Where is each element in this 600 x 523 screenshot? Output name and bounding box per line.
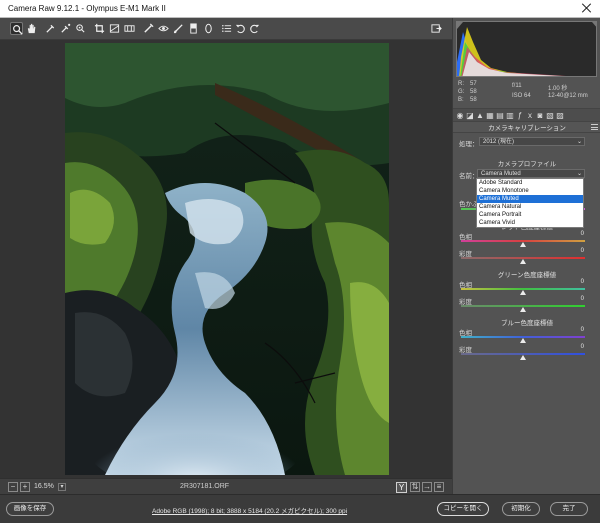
red-hue-thumb[interactable] xyxy=(520,242,526,247)
save-image-button[interactable]: 画像を保存 xyxy=(6,502,54,516)
profile-option[interactable]: Camera Monotone xyxy=(477,187,583,195)
blue-hue-value: 0 xyxy=(580,327,584,333)
toolbar xyxy=(0,18,452,40)
title-bar: Camera Raw 9.12.1 - Olympus E-M1 Mark II xyxy=(0,0,600,18)
red-eye-icon[interactable] xyxy=(157,22,170,35)
aperture-value: f/11 xyxy=(512,83,522,89)
presets-tab-icon[interactable]: ▧ xyxy=(546,111,554,120)
green-hue-value: 0 xyxy=(580,279,584,285)
basic-tab-icon[interactable]: ◉ xyxy=(456,111,464,120)
shutter-value: 1.00 秒 xyxy=(548,86,568,92)
g-label: G: xyxy=(458,89,465,95)
bottom-bar: 画像を保存 Adobe RGB (1998); 8 bit; 3888 x 51… xyxy=(0,494,600,523)
file-name: 2R307181.ORF xyxy=(180,483,230,490)
snapshots-tab-icon[interactable]: ▨ xyxy=(556,111,564,120)
blue-saturation-thumb[interactable] xyxy=(520,355,526,360)
workflow-options-link[interactable]: Adobe RGB (1998); 8 bit; 3888 x 5184 (20… xyxy=(152,505,347,515)
zoom-level: 16.5% xyxy=(34,483,54,490)
profile-option-selected[interactable]: Camera Muted xyxy=(477,195,583,203)
iso-value: ISO 64 xyxy=(512,93,531,99)
b-label: B: xyxy=(458,97,464,103)
process-select-value: 2012 (現在) xyxy=(483,139,515,145)
profile-select-value: Camera Muted xyxy=(481,171,521,177)
profile-dropdown-list: Adobe Standard Camera Monotone Camera Mu… xyxy=(476,178,584,228)
straighten-icon[interactable] xyxy=(108,22,121,35)
export-icon[interactable] xyxy=(430,22,443,35)
photo-preview[interactable] xyxy=(65,43,389,475)
red-saturation-value: 0 xyxy=(580,248,584,254)
color-sampler-icon[interactable] xyxy=(59,22,72,35)
detail-tab-icon[interactable]: ▲ xyxy=(476,111,484,120)
image-preview-area xyxy=(0,40,452,478)
hsl-tab-icon[interactable]: ▦ xyxy=(486,111,494,120)
right-panel: R: 57 G: 58 B: 58 f/11 1.00 秒 ISO 64 12-… xyxy=(452,18,600,494)
transform-icon[interactable] xyxy=(123,22,136,35)
graduated-filter-icon[interactable] xyxy=(187,22,200,35)
white-balance-icon[interactable] xyxy=(44,22,57,35)
swap-icon[interactable]: ⇅ xyxy=(410,482,420,492)
rotate-left-icon[interactable] xyxy=(234,22,247,35)
fx-tab-icon[interactable]: x xyxy=(526,111,534,120)
profile-option[interactable]: Camera Portrait xyxy=(477,211,583,219)
open-copy-button[interactable]: コピーを開く xyxy=(437,502,489,516)
blue-hue-thumb[interactable] xyxy=(520,338,526,343)
targeted-adjustment-icon[interactable] xyxy=(74,22,87,35)
profile-option[interactable]: Camera Natural xyxy=(477,203,583,211)
histogram xyxy=(456,21,597,77)
pixel-readout: R: 57 G: 58 B: 58 f/11 1.00 秒 ISO 64 12-… xyxy=(456,79,597,105)
panel-title: カメラキャリブレーション xyxy=(488,125,566,132)
waterfall-photo xyxy=(65,43,389,475)
focal-length-value: 12-40@12 mm xyxy=(548,93,588,99)
before-after-toggle-button[interactable]: Y xyxy=(396,482,407,493)
effects-tab-icon[interactable]: ƒ xyxy=(516,111,524,120)
profile-select[interactable]: Camera Muted ⌄ xyxy=(477,169,585,178)
red-saturation-thumb[interactable] xyxy=(520,259,526,264)
histogram-graph xyxy=(457,22,596,76)
panel-menu-icon[interactable] xyxy=(591,124,598,130)
radial-filter-icon[interactable] xyxy=(202,22,215,35)
tone-curve-tab-icon[interactable]: ◪ xyxy=(466,111,474,120)
r-label: R: xyxy=(458,81,464,87)
camera-calibration-tab-icon[interactable]: ◙ xyxy=(536,111,544,120)
rotate-right-icon[interactable] xyxy=(248,22,261,35)
green-hue-thumb[interactable] xyxy=(520,290,526,295)
process-label: 処理： xyxy=(459,141,479,148)
process-select[interactable]: 2012 (現在) ⌄ xyxy=(479,137,585,146)
red-hue-value: 0 xyxy=(580,231,584,237)
zoom-dropdown-icon[interactable]: ▾ xyxy=(58,483,66,491)
chevron-down-icon: ⌄ xyxy=(576,139,582,145)
profile-option[interactable]: Camera Vivid xyxy=(477,219,583,227)
adjustment-brush-icon[interactable] xyxy=(172,22,185,35)
green-saturation-value: 0 xyxy=(580,296,584,302)
window-title: Camera Raw 9.12.1 - Olympus E-M1 Mark II xyxy=(8,4,166,13)
reset-button[interactable]: 初期化 xyxy=(502,502,540,516)
done-button[interactable]: 完了 xyxy=(550,502,588,516)
green-saturation-thumb[interactable] xyxy=(520,307,526,312)
copy-settings-icon[interactable]: → xyxy=(422,482,432,492)
panel-tabs: ◉ ◪ ▲ ▦ ▤ ▥ ƒ x ◙ ▧ ▨ xyxy=(453,108,600,122)
status-bar: − + 16.5% ▾ 2R307181.ORF Y ⇅ → ≡ xyxy=(0,478,452,494)
g-value: 58 xyxy=(470,89,477,95)
crop-icon[interactable] xyxy=(93,22,106,35)
spot-removal-icon[interactable] xyxy=(142,22,155,35)
camera-profile-section-title: カメラプロファイル xyxy=(497,161,557,168)
zoom-icon[interactable] xyxy=(10,22,23,35)
profile-option[interactable]: Adobe Standard xyxy=(477,179,583,187)
b-value: 58 xyxy=(470,97,477,103)
lens-tab-icon[interactable]: ▥ xyxy=(506,111,514,120)
preferences-icon[interactable] xyxy=(220,22,233,35)
green-primary-section-title: グリーン色度座標値 xyxy=(497,272,557,279)
zoom-out-button[interactable]: − xyxy=(8,482,18,492)
zoom-in-button[interactable]: + xyxy=(20,482,30,492)
close-icon[interactable] xyxy=(582,3,592,13)
blue-primary-section-title: ブルー色度座標値 xyxy=(501,320,553,327)
blue-saturation-value: 0 xyxy=(580,344,584,350)
chevron-down-icon: ⌄ xyxy=(576,171,582,177)
split-toning-tab-icon[interactable]: ▤ xyxy=(496,111,504,120)
toggle-settings-icon[interactable]: ≡ xyxy=(434,482,444,492)
hand-icon[interactable] xyxy=(25,22,38,35)
r-value: 57 xyxy=(470,81,477,87)
panel-header: カメラキャリブレーション xyxy=(453,122,600,133)
